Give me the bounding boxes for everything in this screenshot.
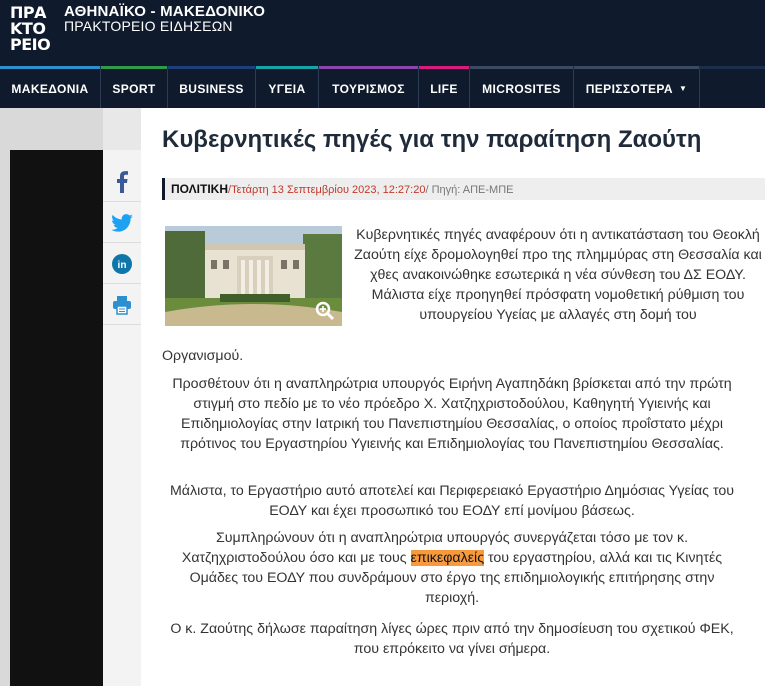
article-photo[interactable] (165, 226, 342, 326)
nav-accent (168, 66, 255, 69)
article-meta: ΠΟΛΙΤΙΚΗ/Τετάρτη 13 Σεπτεμβρίου 2023, 12… (162, 178, 765, 200)
svg-text:in: in (118, 260, 127, 271)
nav-item-more[interactable]: ΠΕΡΙΣΣΟΤΕΡΑ ▼ (574, 66, 700, 108)
article-source: / Πηγή: ΑΠΕ-ΜΠΕ (425, 184, 514, 196)
nav-item-business[interactable]: BUSINESS (168, 66, 256, 108)
nav-accent (101, 66, 167, 69)
linkedin-icon: in (112, 253, 132, 274)
nav-accent (419, 66, 469, 69)
nav-item-tourismos[interactable]: ΤΟΥΡΙΣΜΟΣ (319, 66, 419, 108)
facebook-icon (117, 170, 128, 193)
nav-label: ΜΑΚΕΔΟΝΙΑ (11, 81, 89, 96)
logo-line: ΡΕΙΟ (10, 35, 51, 54)
article-paragraph: Συμπληρώνουν ότι η αναπληρώτρια υπουργός… (162, 528, 742, 608)
article-date: /Τετάρτη 13 Σεπτεμβρίου 2023, 12:27:20 (228, 184, 426, 196)
article-paragraph-continuation: Οργανισμού. (162, 348, 244, 364)
site-logo[interactable]: ΠΡΑ ΚΤΟ ΡΕΙΟ (10, 5, 56, 53)
twitter-icon (111, 213, 133, 232)
article-category[interactable]: ΠΟΛΙΤΙΚΗ (171, 182, 228, 196)
nav-accent (470, 66, 573, 69)
article-paragraph: Κυβερνητικές πηγές αναφέρουν ότι η αντικ… (354, 227, 762, 323)
nav-item-ygeia[interactable]: ΥΓΕΙΑ (256, 66, 319, 108)
nav-item-sport[interactable]: SPORT (101, 66, 168, 108)
share-bar: in (103, 150, 141, 686)
site-header: ΠΡΑ ΚΤΟ ΡΕΙΟ ΑΘΗΝΑΪΚΟ - ΜΑΚΕΔΟΝΙΚΟ ΠΡΑΚΤ… (0, 0, 765, 66)
nav-label: BUSINESS (179, 81, 244, 96)
nav-label: MICROSITES (482, 81, 561, 96)
nav-accent (574, 66, 699, 69)
nav-item-life[interactable]: LIFE (419, 66, 470, 108)
nav-accent (319, 66, 418, 69)
site-subtitle: ΠΡΑΚΤΟΡΕΙΟ ΕΙΔΗΣΕΩΝ (64, 18, 233, 34)
zoom-icon[interactable] (315, 301, 335, 321)
nav-label: LIFE (430, 81, 458, 96)
article-title: Κυβερνητικές πηγές για την παραίτηση Ζαο… (162, 126, 702, 153)
nav-label: ΥΓΕΙΑ (268, 81, 306, 96)
nav-item-microsites[interactable]: MICROSITES (470, 66, 574, 108)
print-icon (113, 295, 131, 315)
share-facebook-button[interactable] (103, 162, 141, 202)
nav-label: ΤΟΥΡΙΣΜΟΣ (332, 81, 405, 96)
chevron-down-icon: ▼ (678, 84, 688, 93)
nav-accent (256, 66, 318, 69)
share-twitter-button[interactable] (103, 203, 141, 243)
nav-label: SPORT (112, 81, 156, 96)
print-button[interactable] (103, 285, 141, 325)
article-paragraph: Προσθέτουν ότι η αναπληρώτρια υπουργός Ε… (172, 376, 732, 452)
main-nav: ΜΑΚΕΔΟΝΙΑ SPORT BUSINESS ΥΓΕΙΑ ΤΟΥΡΙΣΜΟΣ… (0, 66, 765, 108)
nav-accent (0, 66, 100, 69)
article-paragraph: Ο κ. Ζαούτης δήλωσε παραίτηση λίγες ώρες… (170, 621, 734, 657)
article-container: Κυβερνητικές πηγές για την παραίτηση Ζαο… (141, 108, 765, 686)
share-linkedin-button[interactable]: in (103, 244, 141, 284)
article-paragraph: Μάλιστα, το Εργαστήριο αυτό αποτελεί και… (169, 483, 735, 519)
nav-label: ΠΕΡΙΣΣΟΤΕΡΑ (585, 81, 673, 96)
nav-item-makedonia[interactable]: ΜΑΚΕΔΟΝΙΑ (0, 66, 101, 108)
highlighted-word[interactable]: επικεφαλείς (410, 550, 485, 566)
left-media-panel (10, 150, 103, 686)
